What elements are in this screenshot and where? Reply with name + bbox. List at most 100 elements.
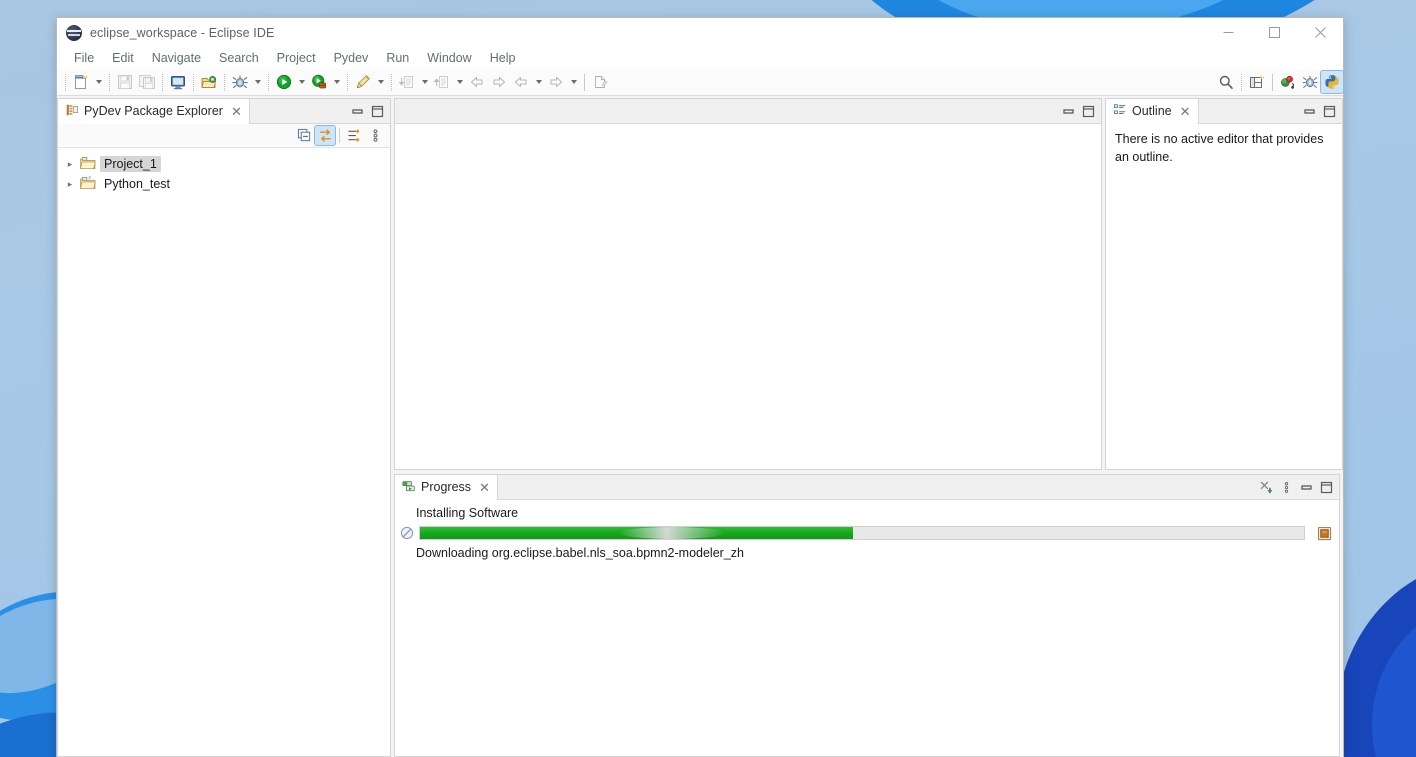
toolbar-separator xyxy=(162,73,163,91)
toolbar-separator xyxy=(224,73,225,91)
outline-tabrow: Outline ✕ xyxy=(1106,99,1342,124)
editor-tabrow xyxy=(395,99,1101,124)
project-folder-icon xyxy=(80,156,96,173)
package-explorer-pane: PyDev Package Explorer ✕ ▸ Project_1 ▸ P… xyxy=(57,98,391,757)
menu-window[interactable]: Window xyxy=(418,49,480,67)
new-wizard-icon[interactable] xyxy=(70,71,92,93)
focus-on-active-task-icon[interactable] xyxy=(344,126,364,145)
python-project-folder-icon: P xyxy=(80,175,96,193)
outline-empty-message: There is no active editor that provides … xyxy=(1115,132,1324,164)
chevron-right-icon[interactable]: ▸ xyxy=(64,179,76,190)
view-toolbar-separator xyxy=(339,128,340,143)
debug-perspective-icon[interactable] xyxy=(1299,71,1321,93)
open-perspective-icon[interactable] xyxy=(1246,71,1268,93)
tree-item-project-1[interactable]: ▸ Project_1 xyxy=(58,154,390,174)
tree-item-label: Python_test xyxy=(104,177,171,191)
new-python-module-icon[interactable] xyxy=(589,71,611,93)
minimize-icon[interactable] xyxy=(1059,102,1077,120)
window-title: eclipse_workspace - Eclipse IDE xyxy=(90,25,275,40)
close-window-button[interactable] xyxy=(1297,18,1343,47)
link-with-editor-icon[interactable] xyxy=(314,125,336,146)
chevron-right-icon[interactable]: ▸ xyxy=(64,159,76,170)
save-icon[interactable] xyxy=(114,71,136,93)
menu-file[interactable]: File xyxy=(65,49,103,67)
toolbar-separator xyxy=(1241,73,1242,91)
package-explorer-view-toolbar xyxy=(58,124,390,148)
run-icon[interactable] xyxy=(273,71,295,93)
console-icon[interactable] xyxy=(167,71,189,93)
external-tools-dropdown-arrow[interactable] xyxy=(374,71,387,93)
progress-pane-tools xyxy=(1257,475,1339,499)
coverage-icon[interactable] xyxy=(308,71,330,93)
minimize-icon[interactable] xyxy=(348,102,366,120)
tab-outline[interactable]: Outline ✕ xyxy=(1106,99,1199,124)
debug-icon[interactable] xyxy=(229,71,251,93)
toolbar-separator xyxy=(391,73,392,91)
pydev-perspective-icon[interactable] xyxy=(1320,70,1344,94)
menu-help[interactable]: Help xyxy=(481,49,525,67)
outline-icon xyxy=(1113,103,1127,120)
next-annotation-dropdown-arrow[interactable] xyxy=(418,71,431,93)
search-icon[interactable] xyxy=(1215,71,1237,93)
menu-edit[interactable]: Edit xyxy=(103,49,143,67)
forward-icon[interactable] xyxy=(488,71,510,93)
close-icon[interactable]: ✕ xyxy=(231,105,242,118)
toolbar-separator xyxy=(347,73,348,91)
title-bar: eclipse_workspace - Eclipse IDE xyxy=(57,18,1343,47)
cancel-job-icon[interactable] xyxy=(399,526,414,541)
menu-project[interactable]: Project xyxy=(268,49,325,67)
outline-pane-tools xyxy=(1300,99,1342,123)
maximize-icon[interactable] xyxy=(368,102,386,120)
previous-edit-dropdown-arrow[interactable] xyxy=(532,71,545,93)
top-row: Outline ✕ There is no active editor that… xyxy=(394,98,1343,470)
close-icon[interactable]: ✕ xyxy=(1180,105,1191,118)
previous-edit-icon[interactable] xyxy=(510,71,532,93)
tree-item-python-test[interactable]: ▸ P Python_test xyxy=(58,174,390,194)
open-project-icon[interactable] xyxy=(198,71,220,93)
editor-area-body[interactable] xyxy=(395,124,1101,469)
tab-pydev-package-explorer[interactable]: PyDev Package Explorer ✕ xyxy=(58,99,250,124)
view-menu-icon[interactable] xyxy=(1277,478,1295,496)
tab-label: Progress xyxy=(421,480,472,494)
menu-search[interactable]: Search xyxy=(210,49,268,67)
run-dropdown-arrow[interactable] xyxy=(295,71,308,93)
progress-bar xyxy=(419,526,1305,540)
menu-run[interactable]: Run xyxy=(377,49,418,67)
outline-pane: Outline ✕ There is no active editor that… xyxy=(1105,98,1343,470)
coverage-dropdown-arrow[interactable] xyxy=(330,71,343,93)
minimize-icon[interactable] xyxy=(1297,478,1315,496)
maximize-icon[interactable] xyxy=(1079,102,1097,120)
back-icon[interactable] xyxy=(466,71,488,93)
next-edit-dropdown-arrow[interactable] xyxy=(567,71,580,93)
menu-pydev[interactable]: Pydev xyxy=(325,49,378,67)
close-icon[interactable]: ✕ xyxy=(479,481,490,494)
stop-job-icon[interactable] xyxy=(1316,525,1332,541)
new-wizard-dropdown-arrow[interactable] xyxy=(92,71,105,93)
debug-dropdown-arrow[interactable] xyxy=(251,71,264,93)
next-annotation-icon[interactable] xyxy=(396,71,418,93)
save-all-icon[interactable] xyxy=(136,71,158,93)
right-column: Outline ✕ There is no active editor that… xyxy=(391,98,1343,757)
toolbar-separator xyxy=(584,73,585,91)
collapse-all-icon[interactable] xyxy=(294,126,314,145)
tab-progress[interactable]: Progress ✕ xyxy=(395,475,498,500)
minimize-icon[interactable] xyxy=(1300,102,1318,120)
view-menu-icon[interactable] xyxy=(365,126,385,145)
workbench: PyDev Package Explorer ✕ ▸ Project_1 ▸ P… xyxy=(57,96,1343,757)
maximize-icon[interactable] xyxy=(1320,102,1338,120)
next-edit-icon[interactable] xyxy=(545,71,567,93)
remove-all-finished-operations-icon[interactable] xyxy=(1257,478,1275,496)
maximize-window-button[interactable] xyxy=(1251,18,1297,47)
minimize-window-button[interactable] xyxy=(1205,18,1251,47)
maximize-icon[interactable] xyxy=(1317,478,1335,496)
tab-label: Outline xyxy=(1132,104,1172,118)
toolbar-separator xyxy=(65,73,66,91)
previous-annotation-dropdown-arrow[interactable] xyxy=(453,71,466,93)
main-toolbar xyxy=(57,69,1344,96)
progress-icon xyxy=(402,479,416,496)
menu-navigate[interactable]: Navigate xyxy=(143,49,210,67)
java-perspective-icon[interactable] xyxy=(1277,71,1299,93)
external-tools-icon[interactable] xyxy=(352,71,374,93)
editor-area-pane xyxy=(394,98,1102,470)
previous-annotation-icon[interactable] xyxy=(431,71,453,93)
